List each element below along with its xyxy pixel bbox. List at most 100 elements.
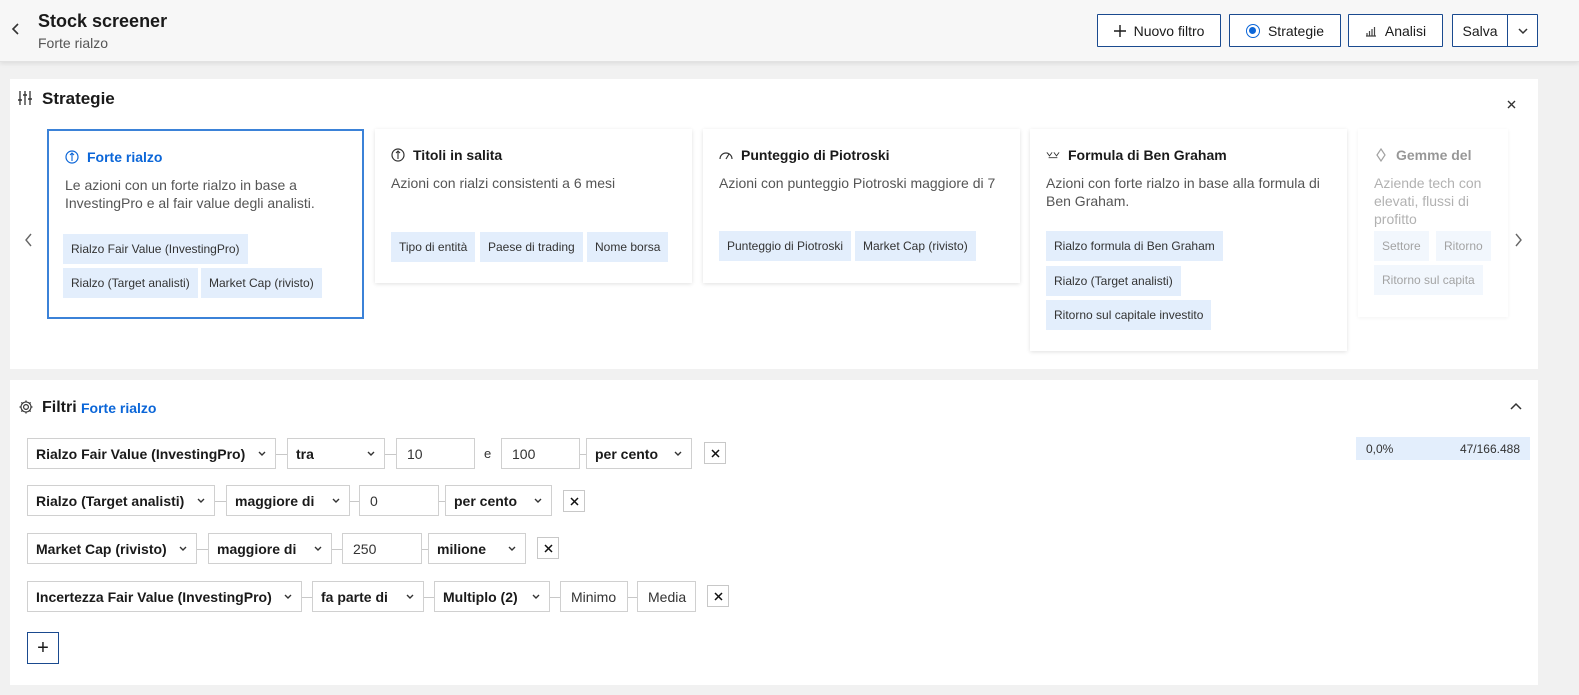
strategy-card-gemme[interactable]: Gemme del Aziende tech con elevati, flus…: [1358, 129, 1508, 317]
chevron-down-icon: [674, 451, 682, 456]
filter-operator-select[interactable]: maggiore di: [208, 533, 332, 564]
new-filter-button[interactable]: Nuovo filtro: [1097, 14, 1221, 47]
chevron-down-icon: [258, 451, 266, 456]
tag: Paese di trading: [480, 232, 583, 262]
remove-filter-button[interactable]: [707, 585, 729, 607]
connector-line: [197, 549, 208, 550]
filter-operator-select[interactable]: fa parte di: [312, 581, 424, 612]
tag: Rialzo formula di Ben Graham: [1046, 231, 1223, 261]
filter-unit-select[interactable]: milione: [428, 533, 526, 564]
remove-filter-button[interactable]: [563, 490, 585, 512]
chevron-down-icon: [532, 594, 540, 599]
result-count: 47/166.488: [1459, 442, 1520, 456]
card-title-text: Punteggio di Piotroski: [741, 147, 890, 163]
remove-filter-button[interactable]: [704, 442, 726, 464]
filter-field-value: Incertezza Fair Value (InvestingPro): [36, 588, 272, 605]
filter-unit-value: per cento: [595, 445, 659, 462]
chevron-down-icon: [534, 498, 542, 503]
card-title: Punteggio di Piotroski: [719, 147, 890, 163]
tag: Rialzo (Target analisti): [63, 268, 198, 298]
chevron-down-icon: [406, 594, 414, 599]
radio-selected-icon: [1245, 23, 1260, 38]
filter-field-select[interactable]: Market Cap (rivisto): [27, 533, 197, 564]
card-desc: Azioni con punteggio Piotroski maggiore …: [719, 175, 996, 191]
filter-unit-select[interactable]: per cento: [445, 485, 552, 516]
tag: Market Cap (rivisto): [201, 268, 322, 298]
close-icon: [710, 448, 720, 458]
filter-field-select[interactable]: Incertezza Fair Value (InvestingPro): [27, 581, 302, 612]
carousel-prev-button[interactable]: [24, 233, 33, 250]
filter-operator-select[interactable]: tra: [287, 438, 385, 469]
analysis-button[interactable]: Analisi: [1348, 14, 1443, 47]
close-icon: [543, 543, 553, 553]
target-icon: [65, 150, 79, 164]
filter-multi-select[interactable]: Multiplo (2): [434, 581, 550, 612]
collapse-filters-button[interactable]: [1510, 400, 1522, 412]
chevron-down-icon: [197, 498, 205, 503]
filter-field-value: Rialzo (Target analisti): [36, 492, 185, 509]
filter-operator-value: tra: [296, 445, 314, 462]
filter-unit-select[interactable]: per cento: [586, 438, 692, 469]
strategy-card-piotroski[interactable]: Punteggio di Piotroski Azioni con punteg…: [703, 129, 1020, 283]
close-icon: [1507, 100, 1516, 109]
filter-min-input[interactable]: 10: [396, 438, 475, 469]
tag: Ritorno sul capita: [1374, 265, 1483, 295]
filter-chip-minimo[interactable]: Minimo: [560, 581, 628, 612]
save-button[interactable]: Salva: [1452, 14, 1508, 47]
gear-icon: [19, 400, 33, 414]
strategies-button[interactable]: Strategie: [1229, 14, 1341, 47]
filter-value-input[interactable]: 250: [342, 533, 422, 564]
formula-icon: [1046, 152, 1060, 159]
card-title: Forte rialzo: [65, 149, 162, 165]
new-filter-label: Nuovo filtro: [1133, 22, 1205, 39]
and-label: e: [484, 446, 492, 461]
close-icon: [569, 496, 579, 506]
connector-line: [302, 597, 312, 598]
remove-filter-button[interactable]: [537, 537, 559, 559]
tag: Punteggio di Piotroski: [719, 231, 852, 261]
chevron-right-icon: [1515, 233, 1522, 247]
tag: Rialzo (Target analisti): [1046, 266, 1181, 296]
tag: Nome borsa: [587, 232, 669, 262]
filter-max-input[interactable]: 100: [501, 438, 580, 469]
connector-line: [215, 501, 226, 502]
filter-operator-select[interactable]: maggiore di: [226, 485, 350, 516]
card-title-text: Gemme del: [1396, 147, 1472, 163]
filter-field-select[interactable]: Rialzo Fair Value (InvestingPro): [27, 438, 276, 469]
chevron-down-icon: [332, 498, 340, 503]
chevron-down-icon: [367, 451, 375, 456]
filters-strategy-name: Forte rialzo: [81, 400, 157, 416]
close-strategies-button[interactable]: [1507, 96, 1516, 112]
strategy-card-ben-graham[interactable]: Formula di Ben Graham Azioni con forte r…: [1030, 129, 1347, 351]
filter-field-select[interactable]: Rialzo (Target analisti): [27, 485, 215, 516]
strategy-card-titoli-in-salita[interactable]: Titoli in salita Azioni con rialzi consi…: [375, 129, 692, 283]
strategy-card-forte-rialzo[interactable]: Forte rialzo Le azioni con un forte rial…: [47, 129, 364, 319]
card-title: Formula di Ben Graham: [1046, 147, 1227, 163]
filters-panel: Filtri Forte rialzo 0,0% 47/166.488 Rial…: [10, 380, 1538, 685]
connector-line: [628, 597, 637, 598]
chevron-left-icon: [25, 233, 32, 247]
filter-value-input[interactable]: 0: [359, 485, 439, 516]
carousel-next-button[interactable]: [1514, 233, 1523, 250]
chevron-down-icon: [284, 594, 292, 599]
gem-icon: [1376, 148, 1386, 162]
strategies-title: Strategie: [42, 89, 115, 108]
analysis-label: Analisi: [1384, 22, 1427, 39]
add-filter-button[interactable]: +: [27, 632, 59, 664]
back-button[interactable]: [10, 19, 24, 41]
filter-field-value: Market Cap (rivisto): [36, 540, 167, 557]
strategies-panel: Strategie Forte rialzo Le azioni con un …: [10, 79, 1538, 369]
tag: Settore: [1374, 231, 1429, 261]
card-title-text: Forte rialzo: [87, 149, 163, 165]
chevron-down-icon: [179, 546, 187, 551]
save-options-button[interactable]: [1507, 14, 1538, 47]
filter-unit-value: per cento: [454, 492, 518, 509]
filter-chip-media[interactable]: Media: [637, 581, 696, 612]
connector-line: [332, 549, 342, 550]
result-percent: 0,0%: [1366, 442, 1394, 456]
gauge-icon: [719, 152, 733, 160]
page-subtitle: Forte rialzo: [38, 35, 109, 51]
chevron-down-icon: [508, 546, 516, 551]
chevron-down-icon: [1517, 27, 1528, 34]
filters-title: Filtri: [42, 399, 77, 416]
